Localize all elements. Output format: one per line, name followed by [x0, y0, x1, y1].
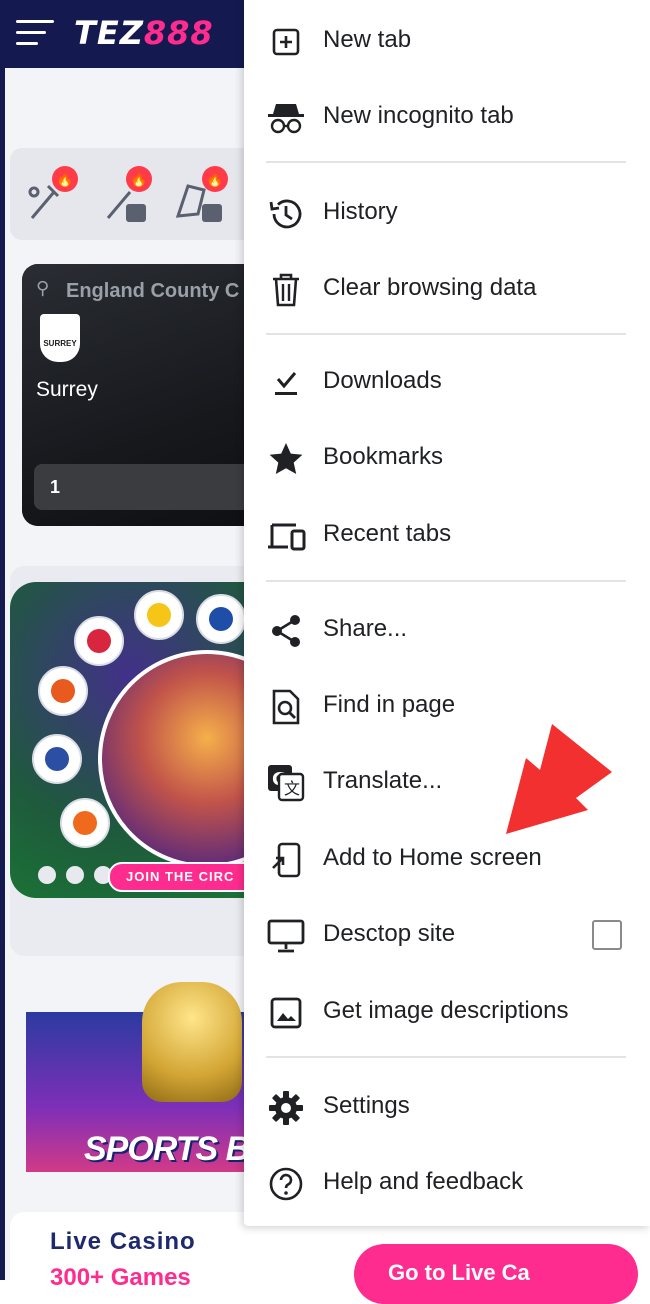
menu-label: Settings — [323, 1092, 410, 1119]
menu-item-history[interactable]: History — [244, 174, 650, 244]
history-icon — [266, 194, 306, 234]
svg-text:文: 文 — [284, 779, 300, 798]
team-crest: SURREY — [40, 314, 80, 362]
red-arrow-annotation — [506, 724, 612, 834]
menu-label: New tab — [323, 26, 412, 53]
add-box-icon — [266, 22, 306, 62]
fire-badge-icon: 🔥 — [202, 166, 228, 192]
browser-overflow-menu: New tab New incognito tab History Clear … — [244, 0, 650, 1226]
menu-label: New incognito tab — [323, 102, 514, 129]
menu-label: Get image descriptions — [323, 997, 569, 1024]
menu-item-new-incognito-tab[interactable]: New incognito tab — [244, 78, 650, 148]
image-icon — [266, 993, 306, 1033]
fire-badge-icon: 🔥 — [52, 166, 78, 192]
menu-label: Help and feedback — [323, 1168, 524, 1195]
gear-icon — [266, 1088, 306, 1128]
menu-divider — [266, 333, 626, 335]
match-league-label: England County C — [66, 280, 240, 302]
fire-badge-icon: 🔥 — [126, 166, 152, 192]
menu-item-downloads[interactable]: Downloads — [244, 343, 650, 413]
menu-label: Share... — [323, 615, 408, 642]
page-edge-strip — [0, 68, 5, 1280]
menu-label: History — [323, 198, 398, 225]
team-name: Surrey — [36, 378, 98, 401]
menu-item-new-tab[interactable]: New tab — [244, 2, 650, 72]
find-in-page-icon — [266, 687, 306, 727]
virtual-cricket-icon[interactable]: 🔥 — [102, 166, 152, 224]
go-to-live-casino-button[interactable]: Go to Live Ca — [354, 1244, 638, 1304]
menu-label: Clear browsing data — [323, 274, 537, 301]
live-casino-count: 300+ Games — [50, 1264, 191, 1291]
menu-item-bookmarks[interactable]: Bookmarks — [244, 419, 650, 489]
team-badge-icon — [32, 734, 82, 784]
menu-item-help-and-feedback[interactable]: Help and feedback — [244, 1144, 650, 1214]
menu-label: Find in page — [323, 691, 456, 718]
cricket-league-icon: ⚲ — [36, 278, 50, 298]
odds-label: 1 — [50, 477, 61, 497]
desktop-icon — [266, 916, 306, 956]
site-logo[interactable]: TEZ888 — [74, 14, 214, 52]
hamburger-menu-icon[interactable] — [16, 20, 54, 48]
devices-icon — [266, 516, 306, 556]
trophy-image — [142, 982, 242, 1102]
menu-item-settings[interactable]: Settings — [244, 1068, 650, 1138]
menu-divider — [266, 580, 626, 582]
menu-item-share[interactable]: Share... — [244, 591, 650, 661]
menu-label: Desctop site — [323, 920, 456, 947]
menu-label: Bookmarks — [323, 443, 444, 470]
incognito-icon — [266, 98, 306, 138]
live-casino-title: Live Casino — [50, 1228, 196, 1255]
team-badge-icon — [74, 616, 124, 666]
menu-label: Recent tabs — [323, 520, 452, 547]
menu-item-recent-tabs[interactable]: Recent tabs — [244, 496, 650, 566]
menu-item-clear-browsing-data[interactable]: Clear browsing data — [244, 250, 650, 320]
translate-icon: G文 — [266, 763, 306, 803]
virtual-sport-icon[interactable]: 🔥 — [174, 166, 228, 224]
trash-icon — [266, 270, 306, 310]
cricket-sport-icon[interactable]: 🔥 — [26, 166, 78, 224]
menu-item-desktop-site[interactable]: Desctop site — [244, 896, 650, 966]
menu-label: Translate... — [323, 767, 443, 794]
team-badge-icon — [38, 666, 88, 716]
add-to-home-icon — [266, 840, 306, 880]
go-live-label: Go to Live Ca — [388, 1260, 530, 1285]
star-icon — [266, 439, 306, 479]
share-icon — [266, 611, 306, 651]
menu-label: Downloads — [323, 367, 442, 394]
menu-item-get-image-descriptions[interactable]: Get image descriptions — [244, 973, 650, 1043]
download-icon — [266, 363, 306, 403]
team-badge-icon — [196, 594, 246, 644]
menu-divider — [266, 161, 626, 163]
team-badge-icon — [134, 590, 184, 640]
team-badge-icon — [60, 798, 110, 848]
help-icon — [266, 1164, 306, 1204]
menu-divider — [266, 1056, 626, 1058]
desktop-site-checkbox[interactable] — [592, 920, 622, 950]
